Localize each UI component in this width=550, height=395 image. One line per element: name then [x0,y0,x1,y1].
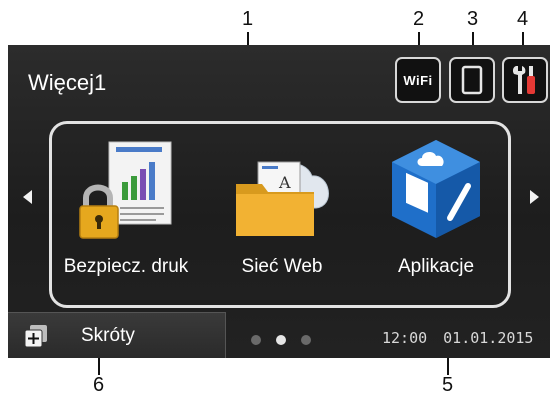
page-dot-2 [276,335,286,345]
wrench-screwdriver-icon [512,66,535,94]
date-display: 01.01.2015 [443,329,534,347]
toner-icon[interactable] [449,57,495,103]
screen-title: Więcej1 [28,70,107,95]
toner-cartridge-icon [461,65,483,95]
wifi-status-icon[interactable]: WiFi [395,57,441,103]
next-page-arrow-icon[interactable] [530,190,539,204]
previous-page-arrow-icon[interactable] [23,190,32,204]
shortcuts-label: Skróty [81,325,135,346]
svg-text:A: A [278,173,291,192]
app-secure-print[interactable]: Bezpiecz. druk [61,124,191,311]
touchscreen: Więcej1 WiFi Bezpiecz. druk A Sieć Web A… [8,45,550,358]
wifi-label: WiFi [403,72,433,88]
app-label-apps: Aplikacje [397,256,475,277]
callout-2: 2 [413,8,425,30]
app-web-connect[interactable]: A Sieć Web [217,124,347,311]
app-label-secure-print: Bezpiecz. druk [63,256,189,277]
secure-print-icon [79,141,172,239]
date-time-display: 12:00 01.01.2015 [382,329,533,347]
app-label-web-connect: Sieć Web [241,256,323,277]
callout-1: 1 [242,8,254,30]
shortcuts-button[interactable]: Skróty [8,312,226,358]
app-apps[interactable]: Aplikacje [371,124,501,311]
page-dot-3 [301,335,311,345]
web-connect-icon: A [236,161,329,236]
callout-6: 6 [93,374,105,395]
shortcuts-icon [24,325,47,348]
apps-icon [392,140,480,238]
callout-4: 4 [517,8,529,30]
time-display: 12:00 [382,329,428,347]
callout-5: 5 [442,374,454,395]
settings-tools-icon[interactable] [502,57,548,103]
page-dot-1 [251,335,261,345]
callout-3: 3 [467,8,479,30]
apps-panel: Bezpiecz. druk A Sieć Web Aplikacje [49,121,511,308]
